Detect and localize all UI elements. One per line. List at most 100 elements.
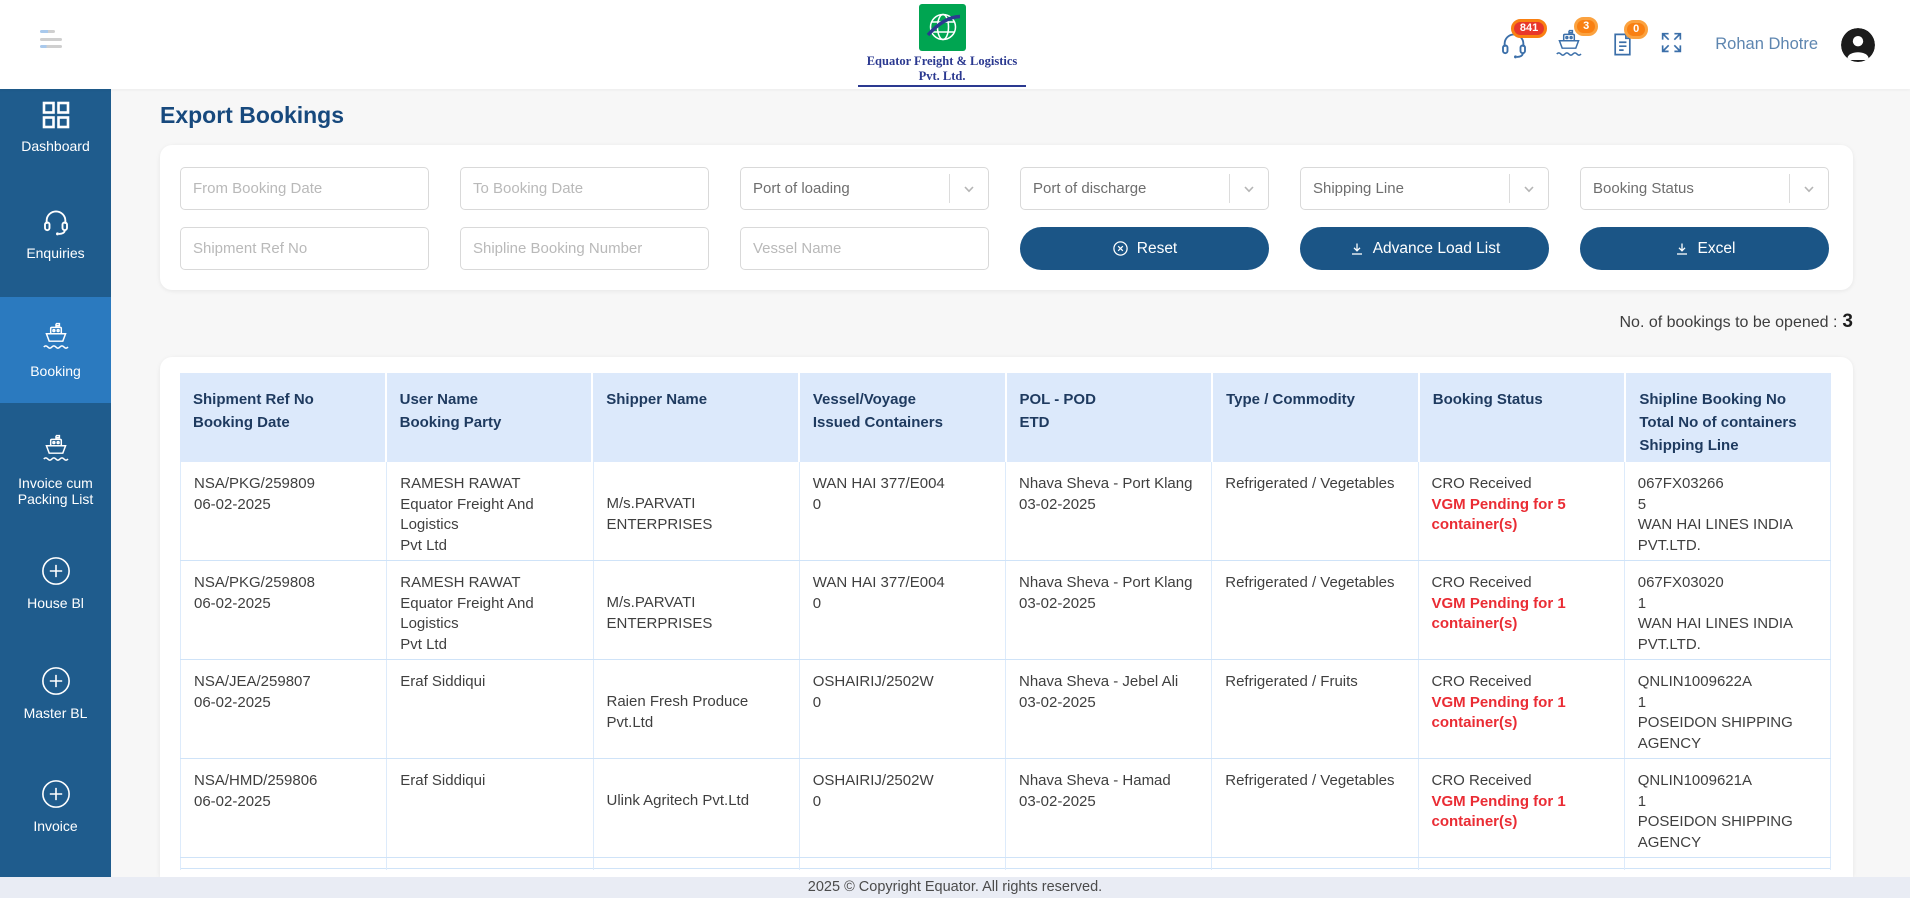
sidebar-item-invoice-cum-packing-list[interactable]: Invoice cum Packing List [0,424,111,516]
cell-empty [387,858,594,870]
cell-vessel-voyage: OSHAIRIJ/2502W 0 [800,759,1006,857]
sidebar-item-label: Invoice cum Packing List [17,475,94,507]
cell-line: 03-02-2025 [1019,693,1096,711]
cell-empty [800,858,1006,870]
cell-empty [594,858,800,870]
cell-line: NSA/PKG/259809 [194,475,315,492]
port-of-loading-select[interactable]: Port of loading [740,167,989,210]
download-icon [1674,241,1690,257]
shipment-ref-no-input[interactable] [180,227,429,270]
cell-shipper-name: M/s.PARVATI ENTERPRISES [594,561,800,659]
cell-line: PVT. LTD. [1638,754,1820,758]
cell-line: Eraf Siddiqui [400,673,486,690]
notification-document-button[interactable]: 0 [1609,20,1649,58]
filter-row-2: Reset Advance Load List Excel [180,227,1829,270]
cell-pol-pod: Nhava Sheva - Hamad 03-02-2025 [1006,759,1213,857]
shipping-line-select[interactable]: Shipping Line [1300,167,1549,210]
reset-button[interactable]: Reset [1020,227,1269,270]
chevron-down-icon [1510,180,1548,198]
cell-line: 06-02-2025 [194,495,271,513]
sidebar-item-invoice[interactable]: Invoice [0,773,111,839]
cell-line: OSHAIRIJ/2502W [812,673,934,690]
cell-empty [1419,858,1625,870]
cell-line: Refrigerated / Vegetables [1225,574,1395,591]
cell-vessel-voyage: WAN HAI 377/E004 0 [800,561,1006,659]
cell-booking-status: CRO Received VGM Pending for 1 container(… [1419,561,1625,659]
cell-line: PVT.LTD. [1637,635,1701,653]
column-header-shipment-ref-no: Shipment Ref No Booking Date [180,373,387,462]
cell-line: QNLIN1009622A [1637,673,1752,690]
column-header-type-commodity: Type / Commodity [1213,373,1420,462]
filter-row-1: Port of loading Port of discharge Shipping… [180,167,1829,210]
sidebar-item-booking[interactable]: Booking [0,297,111,403]
topbar: Equator Freight & Logistics Pvt. Ltd. 84… [0,0,1910,89]
cell-line: PVT.LTD. [1637,536,1701,554]
cell-line: QNLIN1009621A [1637,772,1752,789]
cell-line: Raien Fresh Produce Pvt.Ltd [606,693,749,731]
vgm-pending-alert[interactable]: VGM Pending for 1 container(s) [1432,792,1614,833]
cell-type-commodity: Refrigerated / Vegetables [1212,561,1419,659]
cell-line: Nhava Sheva - Port Klang [1019,475,1193,492]
cell-line: Equator Freight And Logistics [400,495,534,534]
vgm-pending-alert[interactable]: VGM Pending for 5 container(s) [1432,495,1614,536]
cell-line: 06-02-2025 [194,792,271,810]
cell-line: WAN HAI LINES INDIA [1637,516,1794,533]
fullscreen-icon[interactable] [1659,30,1684,60]
cell-booking-status: CRO Received VGM Pending for 1 container(… [1419,759,1625,857]
cell-line: CRO Received [1431,673,1532,690]
cell-shipline-booking: QNLIN1009622A 1 POSEIDON SHIPPING AGENCY PV… [1625,660,1831,758]
cell-line: NSA/PKG/259808 [194,574,315,591]
column-header-pol-pod: POL - POD ETD [1007,373,1214,462]
cell-line: CRO Received [1431,475,1532,492]
cell-line: Nhava Sheva - Hamad [1019,772,1171,789]
notification-ship-button[interactable]: 3 [1552,16,1599,62]
cell-vessel-voyage: WAN HAI 377/E004 0 [800,462,1006,560]
table-row[interactable]: NSA/PKG/259808 06-02-2025 RAMESH RAWAT Equa… [180,561,1831,660]
to-booking-date-input[interactable] [460,167,709,210]
cell-line: 1 [1637,693,1647,711]
cell-line: 1 [1637,792,1647,810]
table-row[interactable]: NSA/HMD/259806 06-02-2025 Eraf Siddiqui Uli… [180,759,1831,858]
cell-line: M/s.PARVATI ENTERPRISES [606,495,713,533]
sidebar-item-house-bl[interactable]: House Bl [0,549,111,617]
sidebar-item-master-bl[interactable]: Master BL [0,659,111,727]
cell-line: WAN HAI 377/E004 [812,475,945,492]
sidebar-item-label: Dashboard [21,138,90,154]
bookings-note-value: 3 [1842,311,1853,332]
cell-line: CRO Received [1431,772,1532,789]
cell-shipper-name: M/s.PARVATI ENTERPRISES [594,462,800,560]
excel-button[interactable]: Excel [1580,227,1829,270]
bookings-table: Shipment Ref No Booking Date User Name Book… [180,373,1831,870]
booking-status-select[interactable]: Booking Status [1580,167,1829,210]
cell-pol-pod: Nhava Sheva - Port Klang 03-02-2025 [1006,561,1213,659]
table-row[interactable]: NSA/JEA/259807 06-02-2025 Eraf Siddiqui Rai… [180,660,1831,759]
vessel-name-input[interactable] [740,227,989,270]
cell-user-name: Eraf Siddiqui [387,660,594,758]
sidebar-item-dashboard[interactable]: Dashboard [0,95,111,159]
cell-line: WAN HAI LINES INDIA [1637,615,1794,632]
shipline-booking-number-input[interactable] [460,227,709,270]
notification-headset-button[interactable]: 841 [1499,18,1548,60]
advance-load-list-button[interactable]: Advance Load List [1300,227,1549,270]
copyright-text: 2025 © Copyright Equator. All rights res… [807,879,1103,895]
sidebar-item-enquiries[interactable]: Enquiries [0,201,111,267]
select-value: Booking Status [1593,180,1694,197]
sidebar-toggle-menu-icon[interactable] [40,30,62,53]
cell-line: 1 [1637,594,1647,612]
user-name[interactable]: Rohan Dhotre [1715,35,1818,54]
cell-empty [1006,858,1213,870]
company-logo: Equator Freight & Logistics Pvt. Ltd. [858,4,1026,87]
port-of-discharge-select[interactable]: Port of discharge [1020,167,1269,210]
notification-badge: 3 [1574,16,1599,36]
cell-type-commodity: Refrigerated / Vegetables [1212,759,1419,857]
cell-shipline-booking: 067FX03020 1 WAN HAI LINES INDIA PVT.LTD. [1625,561,1831,659]
cell-line: WAN HAI 377/E004 [812,574,945,591]
vgm-pending-alert[interactable]: VGM Pending for 1 container(s) [1432,693,1614,734]
button-label: Advance Load List [1372,239,1501,257]
user-avatar[interactable] [1841,27,1875,62]
from-booking-date-input[interactable] [180,167,429,210]
table-row[interactable]: NSA/PKG/259809 06-02-2025 RAMESH RAWAT Equa… [180,462,1831,561]
cell-pol-pod: Nhava Sheva - Port Klang 03-02-2025 [1006,462,1213,560]
cell-line: RAMESH RAWAT [400,475,521,492]
vgm-pending-alert[interactable]: VGM Pending for 1 container(s) [1432,594,1614,635]
